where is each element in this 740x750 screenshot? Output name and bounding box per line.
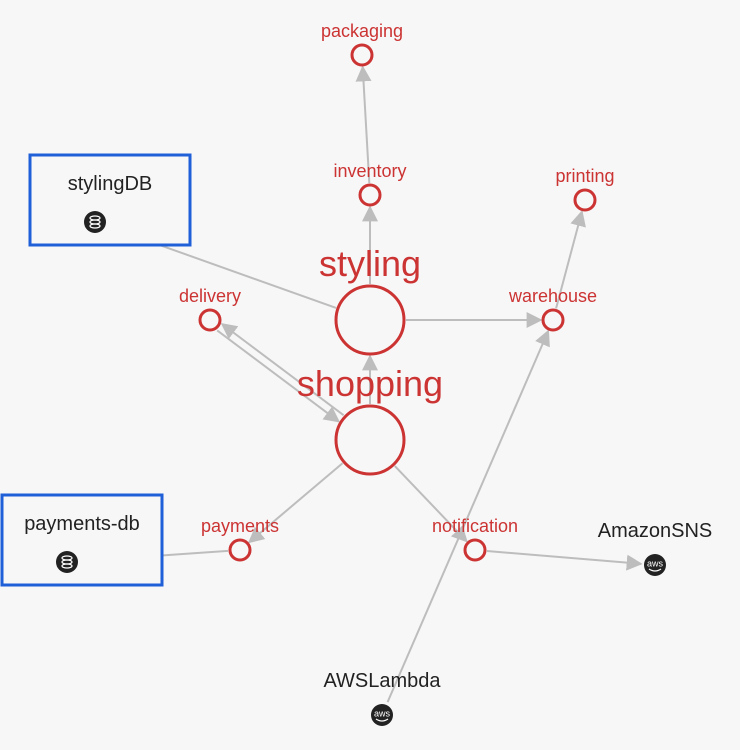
database-icon [84,211,106,233]
service-node-icon [543,310,563,330]
node-shopping[interactable]: shopping [297,363,443,474]
service-node-icon [360,185,380,205]
node-styling[interactable]: styling [319,243,421,354]
node-label: shopping [297,363,443,404]
node-label: printing [555,166,614,186]
service-graph: styling shopping inventory packaging printin… [0,0,740,750]
node-stylingDB[interactable]: stylingDB [30,155,190,245]
service-node-icon [200,310,220,330]
node-label: payments [201,516,279,536]
database-icon [56,551,78,573]
node-label: notification [432,516,518,536]
node-label: delivery [179,286,241,306]
node-awsLambda[interactable]: AWSLambda aws [323,670,441,726]
node-inventory[interactable]: inventory [333,161,406,205]
node-payments[interactable]: payments [201,516,279,560]
node-warehouse[interactable]: warehouse [508,286,597,330]
database-rect [2,495,162,585]
node-label: AWSLambda [323,670,441,692]
svg-text:aws: aws [647,558,664,568]
node-label: inventory [333,161,406,181]
node-label: styling [319,243,421,284]
edge-notification-amazonSNS [487,551,641,564]
node-paymentsDb[interactable]: payments-db [2,495,162,585]
svg-text:aws: aws [374,708,391,718]
node-label: payments-db [24,513,140,535]
service-node-icon [336,286,404,354]
node-label: warehouse [508,286,597,306]
service-node-icon [352,45,372,65]
aws-icon: aws [644,554,666,576]
service-node-icon [230,540,250,560]
node-label: packaging [321,21,403,41]
node-delivery[interactable]: delivery [179,286,241,330]
node-label: AmazonSNS [598,520,713,542]
node-printing[interactable]: printing [555,166,614,210]
service-node-icon [575,190,595,210]
service-node-icon [465,540,485,560]
node-amazonSNS[interactable]: AmazonSNS aws [598,520,713,576]
aws-icon: aws [371,704,393,726]
node-packaging[interactable]: packaging [321,21,403,65]
service-node-icon [336,406,404,474]
node-label: stylingDB [68,173,152,195]
database-rect [30,155,190,245]
